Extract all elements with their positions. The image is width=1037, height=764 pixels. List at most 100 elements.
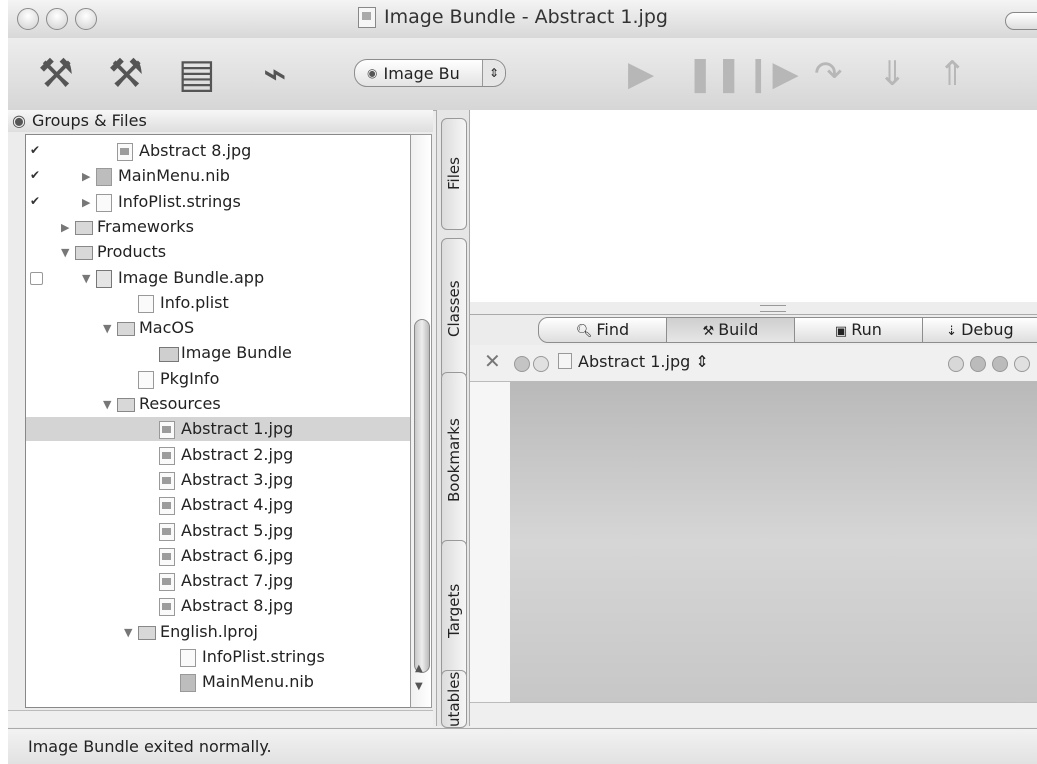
img-icon — [159, 547, 175, 566]
step-out-icon[interactable]: ⇑ — [938, 52, 967, 96]
tab-classes[interactable]: Classes — [441, 238, 467, 380]
scroll-up-icon[interactable]: ▲ — [415, 663, 423, 674]
segment-label: Build — [718, 320, 759, 339]
tree-row-label: MacOS — [139, 318, 195, 338]
editor-horizontal-scrollbar[interactable] — [470, 702, 1037, 727]
img-icon — [159, 446, 175, 465]
disclosure-open-icon[interactable]: ▼ — [124, 621, 132, 645]
tree-row[interactable]: Abstract 3.jpg — [26, 468, 411, 492]
toolbar-toggle-button[interactable] — [1005, 12, 1037, 30]
tab-files[interactable]: Files — [441, 118, 467, 230]
tree-row[interactable]: ✔ ▶ InfoPlist.strings — [26, 190, 411, 214]
segment-label: Run — [851, 320, 882, 339]
play-icon[interactable]: ▶ — [628, 52, 654, 96]
broom-icon[interactable]: ⌁ — [263, 52, 287, 96]
tree-row-label: InfoPlist.strings — [118, 191, 241, 211]
step-icon[interactable]: ❙▶ — [744, 52, 799, 96]
tree-row[interactable]: ▼ MacOS — [26, 316, 411, 340]
tree-row[interactable]: ✔ Abstract 8.jpg — [26, 139, 411, 163]
scrollbar-thumb[interactable] — [414, 319, 430, 673]
groups-horizontal-scrollbar[interactable] — [8, 710, 433, 727]
build-and-go-icon[interactable]: ⚒ — [108, 52, 144, 96]
tree-row[interactable]: PkgInfo — [26, 367, 411, 391]
groups-files-header[interactable]: ◉ Groups & Files — [8, 110, 433, 132]
disclosure-open-icon[interactable]: ▼ — [103, 393, 111, 417]
tree-row[interactable]: Abstract 7.jpg — [26, 569, 411, 593]
groups-files-tree[interactable]: ✔ Abstract 8.jpg ✔ ▶ MainMenu.nib ✔ ▶ InfoPlist… — [25, 134, 412, 708]
back-icon[interactable] — [514, 356, 530, 372]
tree-row[interactable]: Image Bundle — [26, 341, 411, 365]
tree-row[interactable]: ▼ English.lproj — [26, 620, 411, 644]
split-view-divider[interactable] — [470, 302, 1037, 315]
checkbox[interactable]: ✔ — [30, 144, 41, 156]
segment-debug[interactable]: ⇣ Debug — [921, 317, 1037, 343]
editor-nav-bar: ✕ Abstract 1.jpg ⇕ — [470, 345, 1037, 382]
nib-icon — [180, 674, 196, 693]
checkbox[interactable]: ✔ — [30, 169, 41, 181]
window-title: Image Bundle - Abstract 1.jpg — [358, 6, 668, 28]
tab-label: Targets — [445, 583, 463, 639]
build-hammer-icon[interactable]: ⚒ — [38, 52, 74, 96]
disclosure-open-icon[interactable]: ▼ — [103, 317, 111, 341]
tree-row[interactable]: Abstract 6.jpg — [26, 544, 411, 568]
lock-icon[interactable] — [1014, 356, 1030, 372]
tab-utables[interactable]: utables — [441, 670, 467, 728]
tree-row[interactable]: InfoPlist.strings — [26, 645, 411, 669]
segment-run[interactable]: ▣ Run — [793, 317, 923, 343]
tree-row-label: Abstract 8.jpg — [139, 141, 252, 160]
tree-row-label: PkgInfo — [160, 368, 220, 388]
tab-bookmarks[interactable]: Bookmarks — [441, 372, 467, 549]
tree-row[interactable]: ▼ Products — [26, 240, 411, 264]
checkbox[interactable]: ✔ — [30, 195, 41, 207]
tree-row[interactable]: Info.plist — [26, 291, 411, 315]
forward-icon[interactable] — [533, 356, 549, 372]
disclosure-open-icon[interactable]: ▼ — [61, 241, 69, 265]
include-icon[interactable] — [992, 356, 1008, 372]
tree-row[interactable]: Abstract 8.jpg — [26, 594, 411, 618]
tree-row[interactable]: Abstract 2.jpg — [26, 443, 411, 467]
main-window: Image Bundle - Abstract 1.jpg ⚒ ⚒ ▤ ⌁ ◉ … — [8, 0, 1037, 764]
active-target-select[interactable]: ◉ Image Bu ⇕ — [354, 59, 506, 87]
clean-icon[interactable]: ▤ — [178, 52, 216, 96]
close-button[interactable] — [17, 8, 39, 30]
tab-label: Files — [445, 157, 463, 191]
target-icon: ◉ — [367, 66, 378, 80]
pause-icon[interactable]: ❚❚ — [686, 52, 743, 96]
tree-row[interactable]: ▼ Image Bundle.app — [26, 266, 411, 290]
minimize-button[interactable] — [46, 8, 68, 30]
tree-row-label: English.lproj — [160, 621, 258, 641]
tree-row[interactable]: Abstract 4.jpg — [26, 493, 411, 517]
disclosure-closed-icon[interactable]: ▶ — [61, 216, 69, 240]
file-popup[interactable]: Abstract 1.jpg ⇕ — [558, 352, 709, 371]
tree-row[interactable]: MainMenu.nib — [26, 670, 411, 694]
step-into-icon[interactable]: ⇓ — [878, 52, 907, 96]
tree-row[interactable]: ✔ ▶ MainMenu.nib — [26, 164, 411, 188]
segment-build[interactable]: ⚒ Build — [665, 317, 795, 343]
disclosure-closed-icon[interactable]: ▶ — [82, 165, 90, 189]
status-bar: Image Bundle exited normally. — [8, 728, 1037, 764]
img-icon — [159, 573, 175, 592]
counterpart-icon[interactable] — [970, 356, 986, 372]
close-editor-icon[interactable]: ✕ — [484, 349, 501, 373]
segment-find[interactable]: 🔍︎ Find — [538, 317, 667, 343]
tree-row[interactable]: ▶ Frameworks — [26, 215, 411, 239]
doc-icon — [138, 370, 154, 389]
checkbox[interactable] — [30, 271, 43, 285]
img-icon — [117, 143, 133, 161]
bookmark-icon[interactable] — [948, 356, 964, 372]
segment-label: Debug — [961, 320, 1014, 339]
step-over-icon[interactable]: ↷ — [814, 52, 843, 96]
tree-row-label: Abstract 5.jpg — [181, 520, 294, 540]
tree-row[interactable]: Abstract 5.jpg — [26, 519, 411, 543]
doc-icon — [138, 294, 154, 313]
disclosure-open-icon[interactable]: ▼ — [82, 267, 90, 291]
zoom-button[interactable] — [75, 8, 97, 30]
disclosure-closed-icon[interactable]: ▶ — [82, 191, 90, 215]
tree-row[interactable]: Abstract 1.jpg — [26, 417, 411, 442]
groups-header-label: Groups & Files — [31, 111, 147, 130]
scroll-down-icon[interactable]: ▼ — [415, 681, 423, 692]
tab-targets[interactable]: Targets — [441, 540, 467, 682]
groups-icon: ◉ — [12, 111, 26, 130]
tree-row[interactable]: ▼ Resources — [26, 392, 411, 416]
groups-scrollbar[interactable]: ▲ ▼ — [410, 134, 432, 708]
